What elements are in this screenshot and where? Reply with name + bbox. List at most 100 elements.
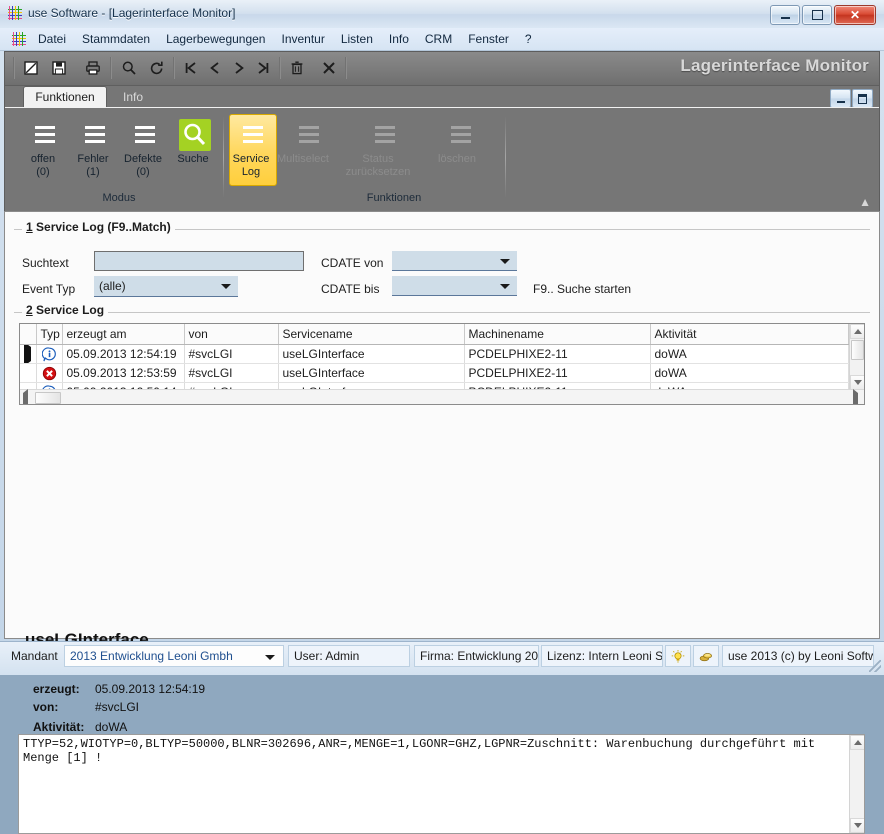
grid-hscrollbar-thumb[interactable] — [35, 392, 61, 404]
list-bars-icon — [79, 119, 111, 151]
detail-value-von: #svcLGI — [95, 700, 140, 714]
scroll-down-arrow-icon[interactable] — [850, 375, 864, 390]
previous-record-icon[interactable] — [203, 57, 227, 79]
column-header-machinename[interactable]: Machinename — [464, 324, 651, 345]
column-header-aktivitaet[interactable]: Aktivität — [650, 324, 849, 345]
cdate-von-select[interactable] — [392, 251, 517, 271]
column-header-indicator[interactable] — [20, 324, 37, 345]
log-groupbox-number: 2 — [26, 303, 33, 317]
ribbon-group-modus-label: Modus — [102, 192, 136, 204]
menu-item-lagerbewegungen[interactable]: Lagerbewegungen — [158, 30, 273, 48]
cdate-bis-label: CDATE bis — [321, 282, 380, 296]
close-icon: ✕ — [849, 8, 861, 22]
message-memo[interactable]: TTYP=52,WIOTYP=0,BLTYP=50000,BLNR=302696… — [18, 734, 865, 834]
suchtext-value — [95, 252, 303, 256]
tab-info-label: Info — [122, 89, 143, 104]
coins-icon — [699, 652, 712, 661]
next-record-icon[interactable] — [227, 57, 251, 79]
lightbulb-status-button[interactable] — [665, 645, 691, 667]
first-record-icon[interactable] — [179, 57, 203, 79]
detail-value-aktivitaet: doWA — [95, 720, 128, 734]
menu-logo-icon — [12, 32, 26, 46]
print-icon[interactable] — [81, 57, 105, 79]
ribbon-button-service-log[interactable]: Service Log — [229, 114, 277, 186]
chevron-up-icon[interactable]: ▲ — [859, 196, 871, 208]
ribbon-button-offen[interactable]: offen (0) — [21, 114, 69, 182]
grid-vertical-scrollbar[interactable] — [849, 324, 864, 390]
cell-machinename: PCDELPHIXE2-11 — [464, 363, 651, 383]
ribbon-button-defekte-label: Defekte — [124, 153, 162, 165]
table-row[interactable]: 05.09.2013 12:54:19 #svcLGI useLGInterfa… — [20, 344, 849, 364]
last-record-icon[interactable] — [251, 57, 275, 79]
application-window: use Software - [Lagerinterface Monitor] … — [0, 0, 884, 834]
scroll-right-arrow-icon[interactable] — [853, 389, 858, 404]
search-hint: F9.. Suche starten — [533, 282, 632, 296]
column-header-typ[interactable]: Typ — [36, 324, 63, 345]
column-header-von[interactable]: von — [184, 324, 279, 345]
module-title: Lagerinterface Monitor — [680, 56, 869, 75]
ribbon-button-suche[interactable]: Suche — [171, 114, 219, 182]
coins-status-button[interactable] — [693, 645, 719, 667]
suchtext-input[interactable] — [94, 251, 304, 271]
cancel-icon[interactable] — [317, 57, 341, 79]
ribbon-button-suche-label: Suche — [177, 153, 209, 165]
column-header-servicename[interactable]: Servicename — [278, 324, 465, 345]
save-icon[interactable] — [47, 57, 71, 79]
row-selector[interactable] — [20, 363, 37, 383]
grid-horizontal-scrollbar[interactable] — [20, 389, 864, 404]
menu-item-listen[interactable]: Listen — [333, 30, 381, 48]
list-bars-icon — [129, 119, 161, 151]
chevron-down-icon — [500, 283, 510, 289]
cell-von: #svcLGI — [184, 363, 279, 383]
find-icon[interactable] — [117, 57, 141, 79]
menu-item-info[interactable]: Info — [381, 30, 417, 48]
service-log-grid[interactable]: Typ erzeugt am von Servicename Machinena… — [19, 323, 865, 405]
menu-item-stammdaten[interactable]: Stammdaten — [74, 30, 158, 48]
mandant-select[interactable]: 2013 Entwicklung Leoni Gmbh — [64, 645, 284, 667]
table-row[interactable]: 05.09.2013 12:53:59 #svcLGI useLGInterfa… — [20, 363, 849, 383]
tab-funktionen[interactable]: Funktionen — [23, 86, 107, 107]
memo-vertical-scrollbar[interactable] — [849, 735, 864, 833]
chevron-down-icon — [265, 655, 275, 660]
grid-scrollbar-thumb[interactable] — [851, 340, 864, 360]
cell-erzeugt-am: 05.09.2013 12:54:19 — [62, 344, 185, 364]
refresh-icon[interactable] — [145, 57, 169, 79]
row-selector-triangle-icon — [24, 344, 32, 363]
toolbar-separator — [173, 57, 175, 79]
toolbar: Lagerinterface Monitor — [5, 52, 879, 86]
scroll-up-arrow-icon[interactable] — [850, 735, 864, 750]
cdate-von-label: CDATE von — [321, 256, 384, 270]
menu-item-fenster[interactable]: Fenster — [460, 30, 517, 48]
menu-item-inventur[interactable]: Inventur — [273, 30, 332, 48]
tab-funktionen-label: Funktionen — [35, 90, 95, 104]
column-header-erzeugt-am[interactable]: erzeugt am — [62, 324, 185, 345]
log-groupbox: 2 Service Log Typ erzeugt am von Service… — [14, 303, 870, 413]
eventtyp-select[interactable]: (alle) — [94, 276, 238, 297]
ribbon-button-multiselect-label: Multiselect — [277, 153, 329, 165]
scroll-left-arrow-icon[interactable] — [23, 389, 28, 404]
log-groupbox-label: Service Log — [36, 303, 105, 317]
resize-grip-icon[interactable] — [869, 660, 881, 672]
ribbon-button-multiselect[interactable]: Multiselect — [277, 114, 333, 182]
menu-item-crm[interactable]: CRM — [417, 30, 460, 48]
delete-icon[interactable] — [285, 57, 309, 79]
window-minimize-button[interactable] — [770, 5, 800, 25]
ribbon-button-fehler[interactable]: Fehler (1) — [71, 114, 119, 182]
ribbon-button-status-zuruecksetzen[interactable]: Status zurücksetzen — [346, 114, 410, 182]
scroll-up-arrow-icon[interactable] — [850, 324, 864, 339]
window-close-button[interactable]: ✕ — [834, 5, 876, 25]
ribbon-button-fehler-count: (1) — [86, 166, 100, 178]
row-selector[interactable] — [20, 344, 37, 364]
status-lizenz: Lizenz: Intern Leoni Soft — [541, 645, 663, 667]
menu-item-help[interactable]: ? — [517, 30, 540, 48]
window-maximize-button[interactable] — [802, 5, 832, 25]
cdate-bis-select[interactable] — [392, 276, 517, 296]
scroll-down-arrow-icon[interactable] — [850, 818, 864, 833]
new-record-icon[interactable] — [19, 57, 43, 79]
ribbon-button-loeschen[interactable]: löschen — [437, 114, 485, 182]
menu-item-datei[interactable]: Datei — [30, 30, 74, 48]
mandant-label: Mandant — [11, 649, 58, 663]
tab-info[interactable]: Info — [111, 86, 155, 107]
ribbon-button-defekte-count: (0) — [136, 166, 150, 178]
ribbon-button-defekte[interactable]: Defekte (0) — [121, 114, 169, 182]
